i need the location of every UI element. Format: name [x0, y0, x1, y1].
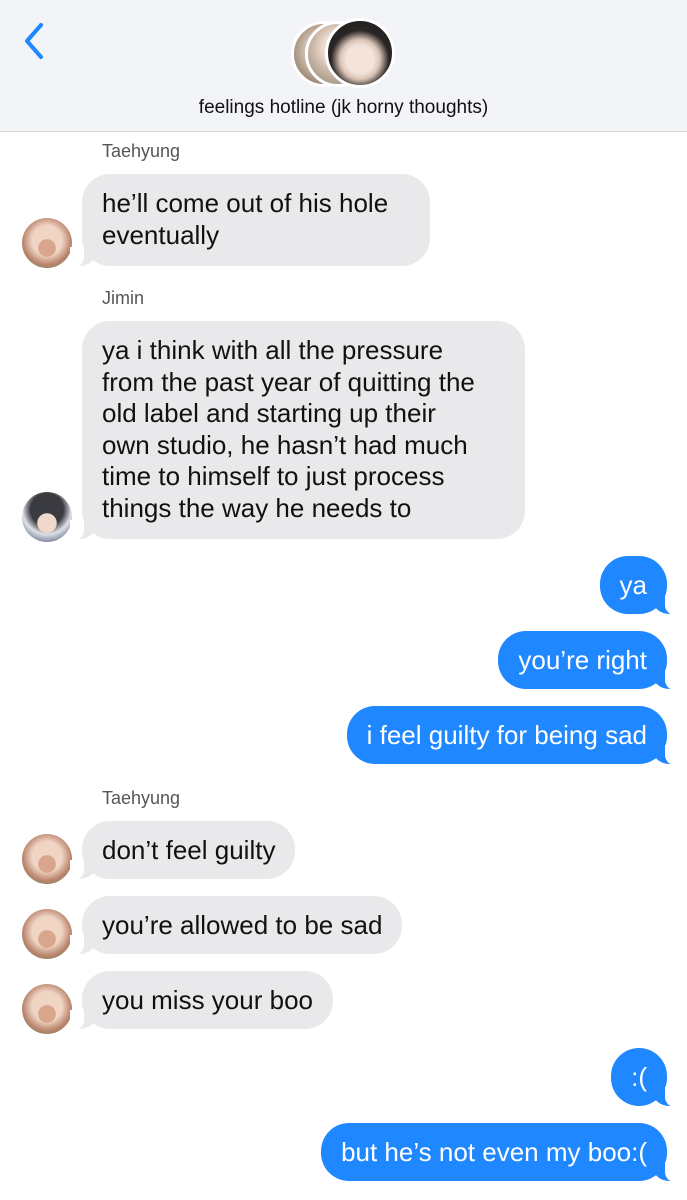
outgoing-message[interactable]: i feel guilty for being sad: [346, 706, 680, 765]
message-text: you miss your boo: [102, 985, 313, 1015]
outgoing-message[interactable]: :(: [611, 1048, 679, 1107]
chevron-left-icon[interactable]: [20, 20, 50, 62]
message-line: ya i think with all the pressure: [102, 335, 444, 365]
outgoing-message[interactable]: but he’s not even my boo:(: [321, 1123, 679, 1182]
message-text: but he’s not even my boo:(: [341, 1137, 647, 1167]
message-line: own studio, he hasn’t had much: [102, 429, 468, 460]
incoming-message[interactable]: don’t feel guilty: [69, 821, 296, 880]
group-avatar-3: [325, 18, 395, 88]
avatar[interactable]: [22, 909, 72, 959]
message-line: old label and starting up their: [102, 398, 436, 428]
message-line: he’ll come out of his hole: [102, 188, 389, 218]
avatar[interactable]: [22, 984, 72, 1034]
sender-name: Taehyung: [102, 788, 181, 808]
sender-name: Jimin: [102, 288, 145, 308]
incoming-message[interactable]: you’re allowed to be sad: [69, 896, 403, 955]
avatar[interactable]: [22, 834, 72, 884]
message-text: :(: [631, 1062, 647, 1092]
message-text: ya: [619, 570, 647, 600]
message-text: i feel guilty for being sad: [366, 720, 647, 750]
message-line: eventually: [102, 219, 220, 250]
avatar[interactable]: [22, 218, 72, 268]
message-text: you’re allowed to be sad: [102, 910, 383, 940]
message-line: things the way he needs to: [102, 492, 412, 523]
incoming-message[interactable]: ya i think with all the pressure from th…: [70, 321, 525, 540]
message-text: you’re right: [518, 645, 647, 675]
incoming-message[interactable]: he’ll come out of his hole eventually: [70, 174, 430, 267]
chat-header: feelings hotline (jk horny thoughts): [0, 0, 687, 132]
outgoing-message[interactable]: ya: [599, 556, 680, 615]
message-line: from the past year of quitting the: [102, 366, 475, 397]
message-line: time to himself to just process: [102, 461, 445, 491]
incoming-message[interactable]: you miss your boo: [70, 971, 333, 1030]
outgoing-message[interactable]: you’re right: [498, 631, 679, 690]
conversation-title[interactable]: feelings hotline (jk horny thoughts): [0, 97, 687, 119]
sender-name: Taehyung: [102, 141, 181, 161]
avatar[interactable]: [22, 492, 72, 542]
message-text: don’t feel guilty: [102, 835, 276, 865]
group-avatars[interactable]: [291, 18, 401, 90]
